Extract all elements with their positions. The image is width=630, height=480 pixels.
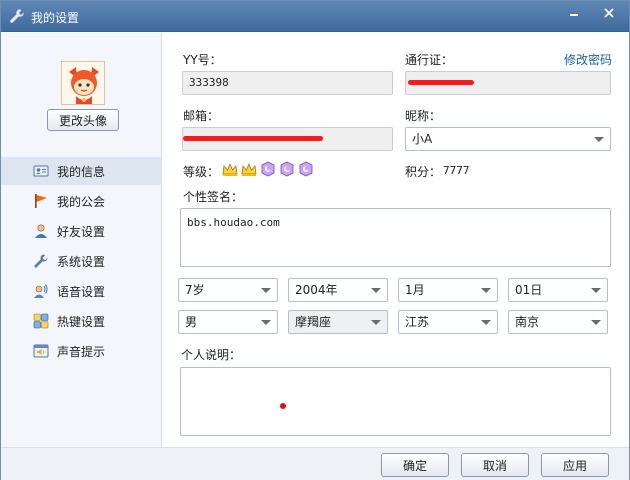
crown-icon [241, 162, 257, 176]
sidebar: 更改头像 我的信息 我的公会 好友设置 系统设置 语音设置 热键设置 声音提示 [1, 33, 162, 447]
birth-year-value: 2004年 [295, 283, 338, 297]
close-icon [604, 8, 614, 18]
points-label: 积分： [405, 165, 442, 179]
email-field [182, 127, 393, 151]
city-select[interactable]: 南京 [508, 310, 608, 334]
province-select[interactable]: 江苏 [398, 310, 498, 334]
passport-field [405, 71, 611, 95]
title-bar: 我的设置 [1, 1, 629, 32]
window-title: 我的设置 [31, 11, 80, 25]
close-button[interactable] [597, 3, 621, 23]
nickname-value: 小A [412, 132, 433, 146]
chevron-down-icon [481, 288, 491, 293]
city-value: 南京 [515, 315, 540, 329]
sidebar-item-sound-alert[interactable]: 声音提示 [1, 337, 162, 365]
signature-label: 个性签名： [183, 190, 244, 204]
birth-day-value: 01日 [515, 283, 543, 297]
signature-input[interactable]: bbs.houdao.com [180, 208, 611, 267]
level-label: 等级： [183, 165, 220, 179]
birth-year-select[interactable]: 2004年 [288, 278, 388, 302]
description-input[interactable] [180, 367, 611, 436]
zodiac-select: 摩羯座 [288, 310, 388, 334]
sidebar-item-label: 热键设置 [57, 315, 106, 329]
apply-button[interactable]: 应用 [541, 453, 609, 477]
wrench-icon [34, 254, 48, 268]
ok-button[interactable]: 确定 [381, 453, 449, 477]
moon-badge-icon [299, 161, 313, 177]
description-label: 个人说明： [181, 348, 242, 362]
minimize-icon [570, 14, 578, 16]
province-value: 江苏 [405, 315, 430, 329]
passport-label: 通行证： [405, 53, 454, 67]
yy-number-field: 333398 [182, 71, 393, 95]
sidebar-item-my-guild[interactable]: 我的公会 [1, 187, 162, 215]
change-avatar-button[interactable]: 更改头像 [47, 109, 119, 131]
zodiac-value: 摩羯座 [295, 315, 332, 329]
voice-icon [34, 284, 48, 298]
sidebar-item-system-settings[interactable]: 系统设置 [1, 247, 162, 275]
id-card-icon [33, 165, 49, 177]
cancel-button[interactable]: 取消 [461, 453, 529, 477]
sidebar-item-label: 我的信息 [57, 165, 106, 179]
gender-value: 男 [185, 315, 198, 329]
birth-month-value: 1月 [405, 283, 425, 297]
age-value: 7岁 [185, 283, 205, 297]
nickname-label: 昵称： [405, 109, 442, 123]
avatar-image [62, 62, 104, 104]
avatar [61, 61, 105, 105]
wrench-icon [10, 9, 24, 23]
red-dot-mark [280, 403, 286, 409]
flag-icon [35, 194, 47, 208]
sidebar-item-hotkey-settings[interactable]: 热键设置 [1, 307, 162, 335]
chevron-down-icon [591, 320, 601, 325]
hotkey-icon [33, 313, 49, 329]
user-icon [35, 224, 47, 238]
sidebar-item-friend-settings[interactable]: 好友设置 [1, 217, 162, 245]
signature-text: bbs.houdao.com [187, 216, 280, 229]
chevron-down-icon [591, 288, 601, 293]
points-value: 7777 [443, 164, 470, 177]
redaction-mark [408, 80, 474, 85]
sidebar-item-label: 好友设置 [57, 225, 106, 239]
footer-bar: 确定 取消 应用 [1, 447, 629, 480]
moon-badge-icon [261, 161, 275, 177]
settings-window: 我的设置 更改头像 我的信息 我的公会 好友设置 系统设置 语音设置 热键设置 … [0, 0, 630, 480]
sidebar-item-label: 语音设置 [57, 285, 106, 299]
change-password-link[interactable]: 修改密码 [564, 51, 612, 68]
sidebar-item-label: 系统设置 [57, 255, 106, 269]
birth-month-select[interactable]: 1月 [398, 278, 498, 302]
sidebar-item-my-info[interactable]: 我的信息 [1, 157, 162, 185]
sidebar-item-label: 我的公会 [57, 195, 106, 209]
sidebar-item-voice-settings[interactable]: 语音设置 [1, 277, 162, 305]
chevron-down-icon [481, 320, 491, 325]
minimize-button[interactable] [562, 3, 586, 23]
chevron-down-icon [371, 288, 381, 293]
yy-number-label: YY号： [183, 53, 222, 67]
nickname-select[interactable]: 小A [405, 127, 611, 151]
gender-select[interactable]: 男 [178, 310, 278, 334]
redaction-mark [183, 136, 323, 141]
chevron-down-icon [261, 288, 271, 293]
crown-icon [222, 162, 238, 176]
chevron-down-icon [261, 320, 271, 325]
birth-day-select[interactable]: 01日 [508, 278, 608, 302]
age-select[interactable]: 7岁 [178, 278, 278, 302]
chevron-down-icon [371, 320, 381, 325]
sidebar-item-label: 声音提示 [57, 345, 106, 359]
email-label: 邮箱： [183, 109, 220, 123]
sound-alert-icon [33, 344, 49, 358]
chevron-down-icon [594, 137, 604, 142]
moon-badge-icon [280, 161, 294, 177]
